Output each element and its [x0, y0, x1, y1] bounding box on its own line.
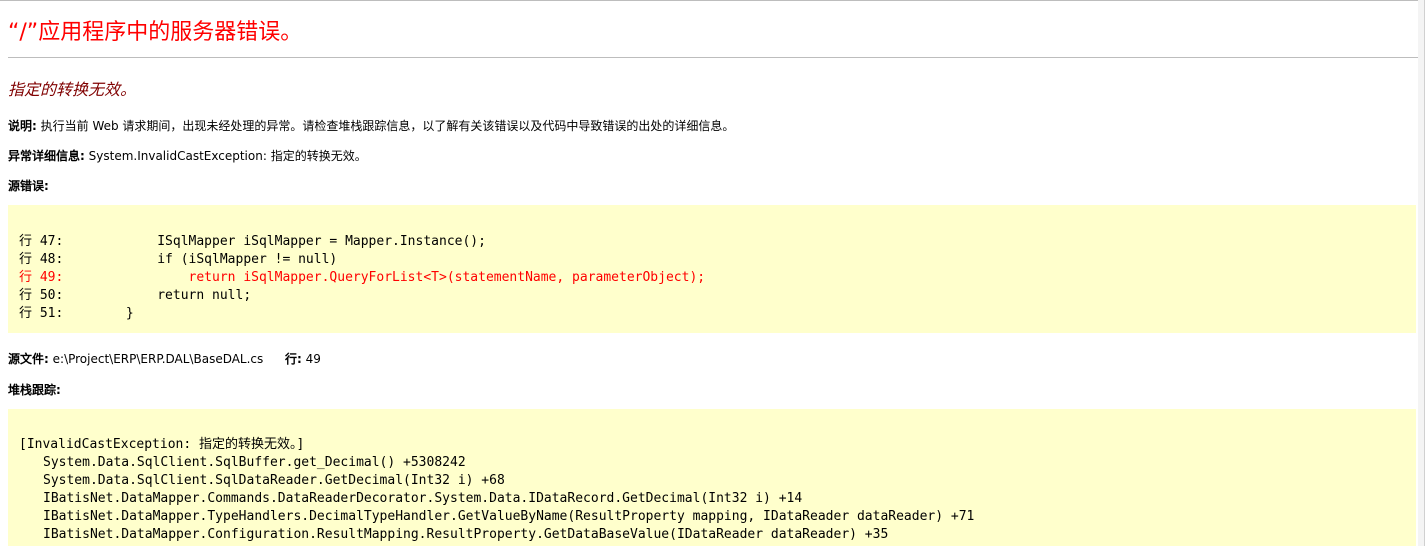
source-file-line: 源文件: e:\Project\ERP\ERP.DAL\BaseDAL.cs 行…: [8, 350, 321, 367]
line-number: 49: [305, 352, 321, 366]
stack-frame: IBatisNet.DataMapper.TypeHandlers.Decima…: [43, 509, 975, 524]
source-line: 行 48: if (iSqlMapper != null): [19, 252, 338, 267]
line-label: 行:: [284, 352, 302, 366]
source-error-label: 源错误:: [8, 179, 49, 193]
source-code-block: 行 47: ISqlMapper iSqlMapper = Mapper.Ins…: [8, 205, 1416, 333]
description-line: 说明: 执行当前 Web 请求期间，出现未经处理的异常。请检查堆栈跟踪信息，以了…: [8, 117, 734, 134]
stack-frame: System.Data.SqlClient.SqlBuffer.get_Deci…: [43, 455, 466, 470]
source-line: 行 47: ISqlMapper iSqlMapper = Mapper.Ins…: [19, 234, 486, 249]
title-divider: [8, 57, 1418, 58]
error-message: 指定的转换无效。: [8, 80, 137, 99]
exception-text: System.InvalidCastException: 指定的转换无效。: [88, 149, 367, 163]
stack-trace-block: [InvalidCastException: 指定的转换无效。] System.…: [8, 409, 1416, 546]
source-line-error: 行 49: return iSqlMapper.QueryForList<T>(…: [19, 270, 706, 285]
stack-frame: IBatisNet.DataMapper.Commands.DataReader…: [43, 491, 803, 506]
source-file-path: e:\Project\ERP\ERP.DAL\BaseDAL.cs: [52, 352, 264, 366]
exception-details-line: 异常详细信息: System.InvalidCastException: 指定的…: [8, 147, 367, 164]
source-file-label: 源文件:: [8, 352, 49, 366]
source-error-heading: 源错误:: [8, 177, 49, 194]
window-top-border: [0, 0, 1425, 1]
stack-trace-label: 堆栈跟踪:: [8, 383, 61, 397]
exception-label: 异常详细信息:: [8, 149, 85, 163]
stack-frame: System.Data.SqlClient.SqlDataReader.GetD…: [43, 473, 505, 488]
stack-trace-heading: 堆栈跟踪:: [8, 381, 61, 398]
description-text: 执行当前 Web 请求期间，出现未经处理的异常。请检查堆栈跟踪信息，以了解有关该…: [40, 119, 735, 133]
source-line: 行 50: return null;: [19, 288, 252, 303]
description-label: 说明:: [8, 119, 37, 133]
page-title: “/”应用程序中的服务器错误。: [8, 20, 303, 45]
stack-frame: IBatisNet.DataMapper.Configuration.Resul…: [43, 527, 889, 542]
source-line: 行 51: }: [19, 306, 134, 321]
stack-header: [InvalidCastException: 指定的转换无效。]: [19, 437, 305, 452]
